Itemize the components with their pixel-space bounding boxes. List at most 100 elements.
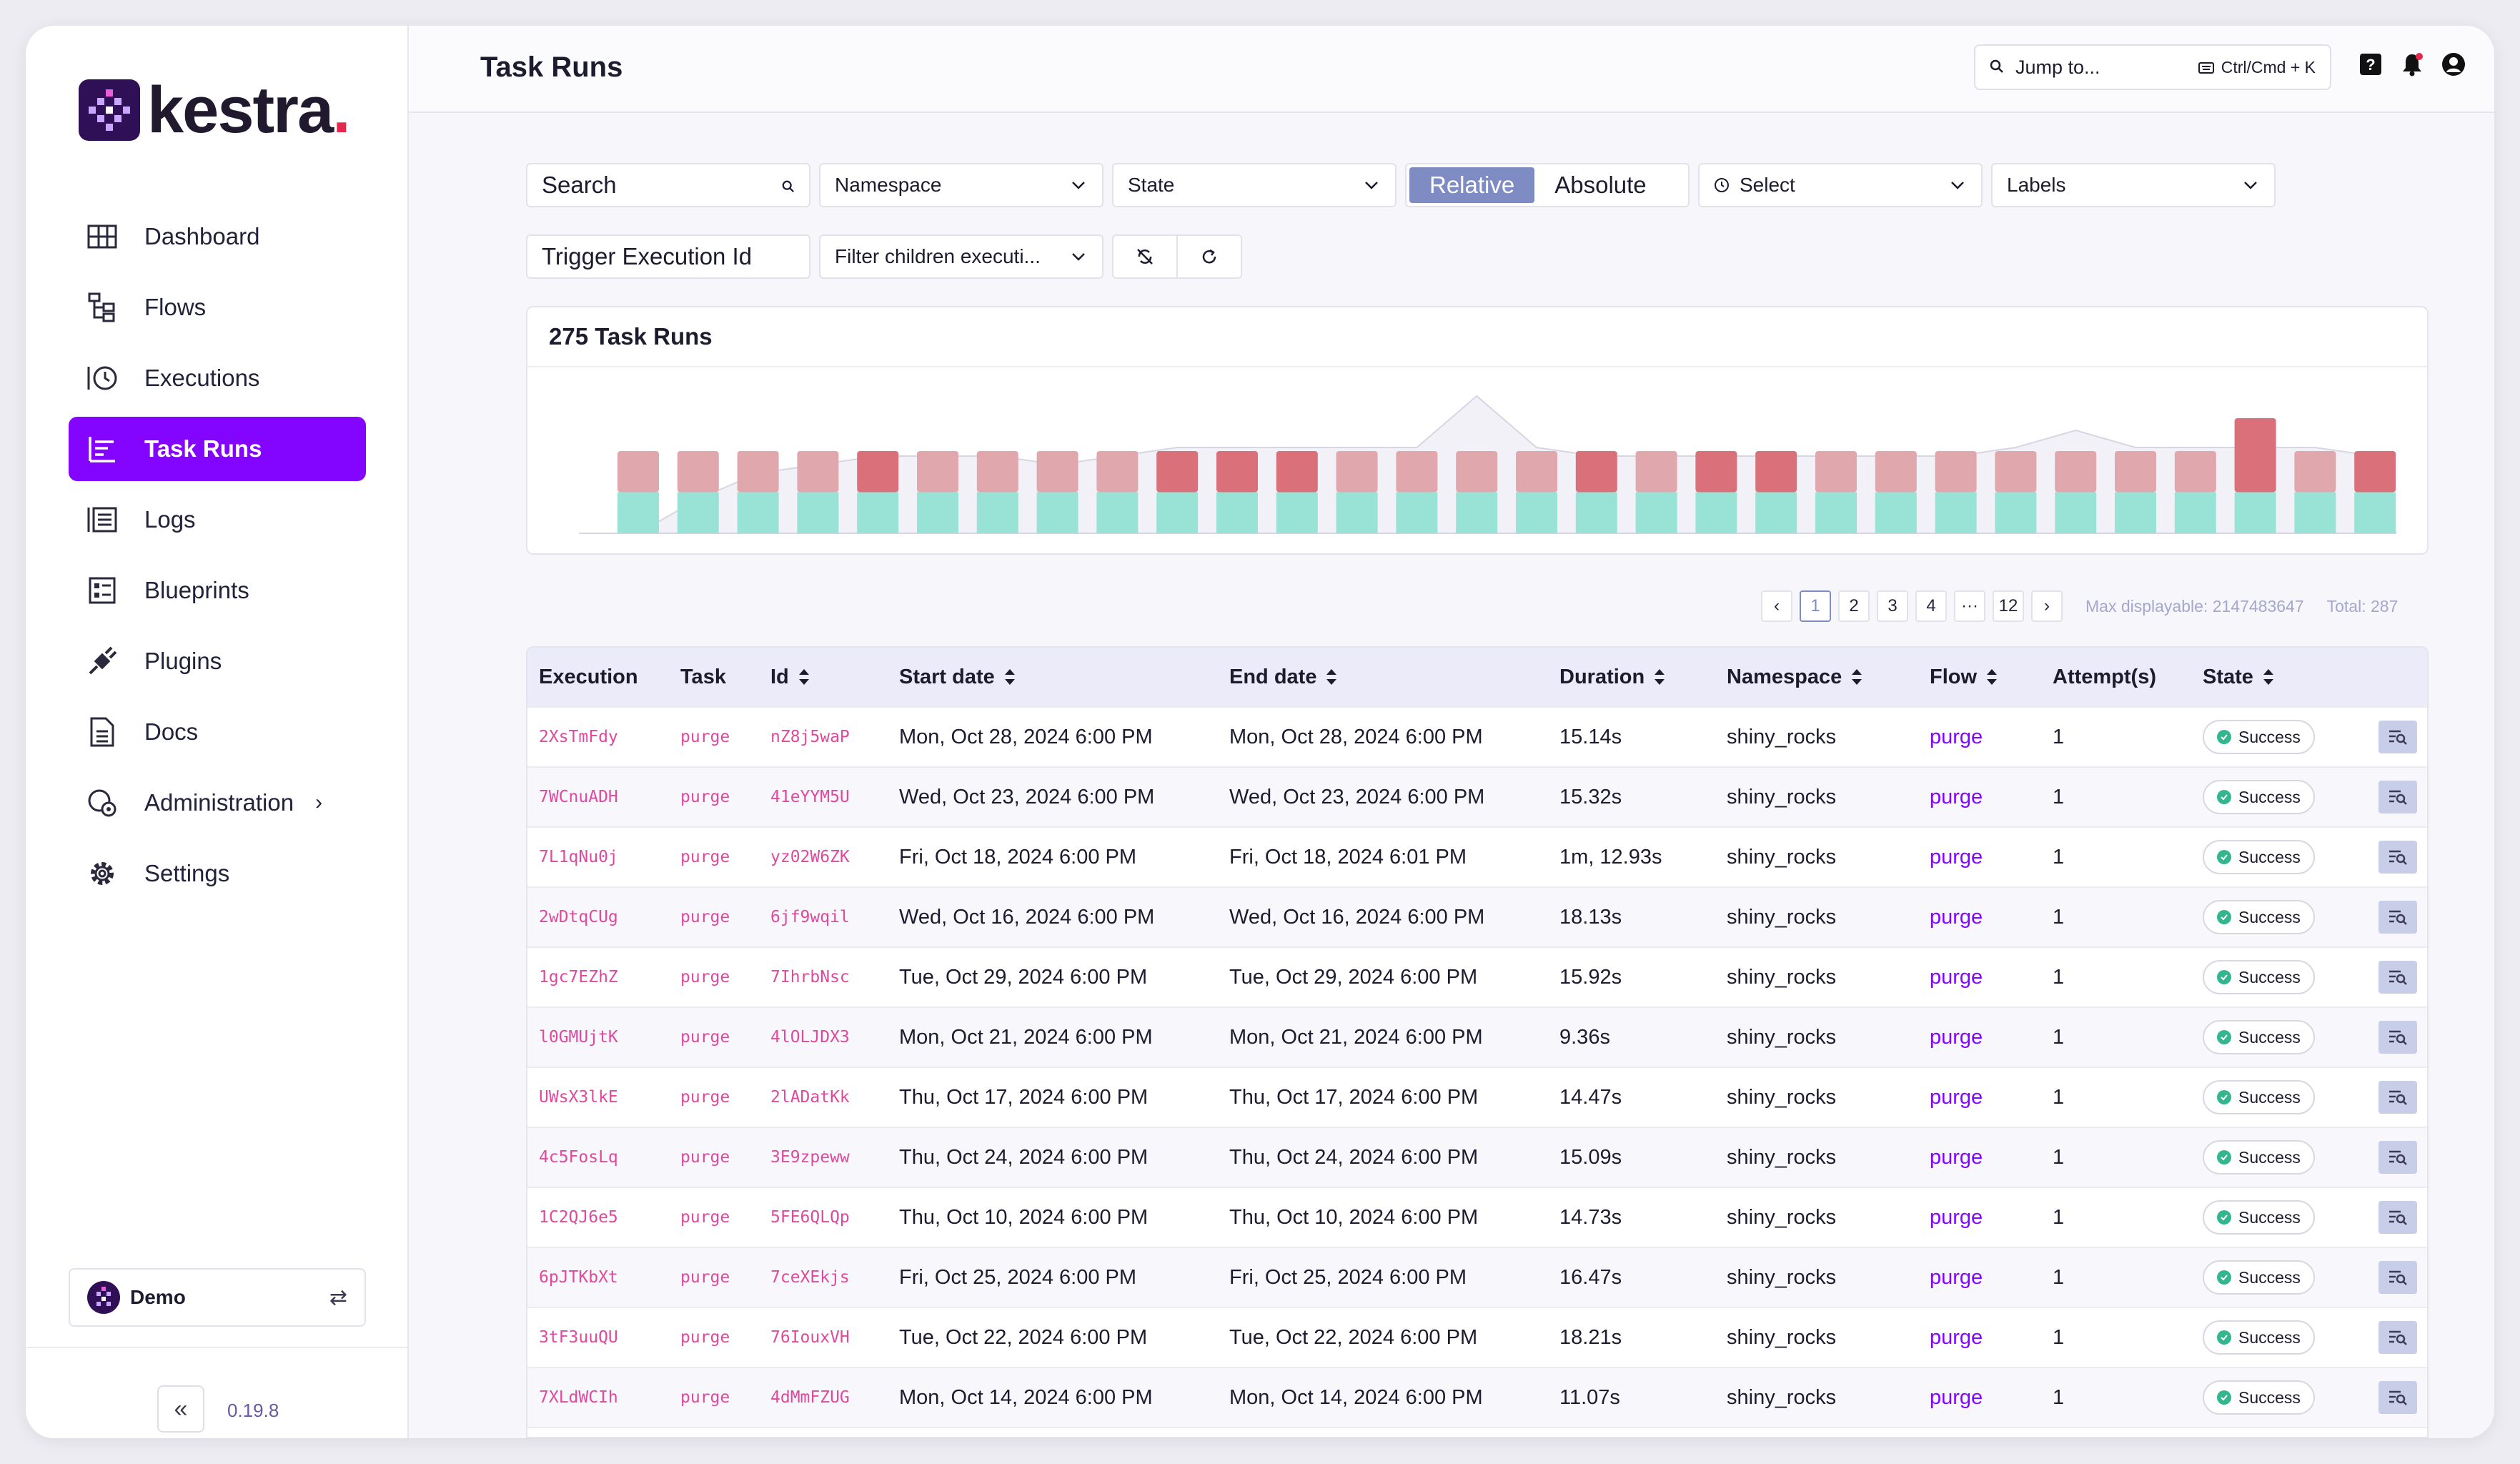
pagination-page-2[interactable]: 2 (1838, 590, 1870, 622)
flow-link[interactable]: purge (1918, 1086, 2041, 1109)
pagination-next-button[interactable]: › (2031, 590, 2063, 622)
view-logs-button[interactable] (2378, 721, 2417, 753)
column-header-namespace[interactable]: Namespace (1715, 666, 1918, 689)
search-input[interactable]: Search (526, 163, 810, 207)
flow-link[interactable]: purge (1918, 1146, 2041, 1169)
execution-id-link[interactable]: l0GMUjtK (527, 1028, 669, 1047)
jump-to-search[interactable]: Jump to... Ctrl/Cmd + K (1974, 44, 2331, 90)
execution-id-link[interactable]: 6pJTKbXt (527, 1268, 669, 1287)
refresh-button[interactable] (1176, 234, 1242, 279)
table-row[interactable]: 1C2QJ6e5 purge 5FE6QLQp Thu, Oct 10, 202… (527, 1187, 2427, 1247)
view-logs-button[interactable] (2378, 1261, 2417, 1294)
column-header-duration[interactable]: Duration (1548, 666, 1715, 689)
table-row[interactable]: 2XsTmFdy purge nZ8j5waP Mon, Oct 28, 202… (527, 706, 2427, 766)
time-range-select[interactable]: Select (1698, 163, 1983, 207)
absolute-toggle[interactable]: Absolute (1534, 167, 1666, 203)
flow-link[interactable]: purge (1918, 1386, 2041, 1410)
table-row[interactable]: 4c5FosLq purge 3E9zpeww Thu, Oct 24, 202… (527, 1127, 2427, 1187)
execution-id-link[interactable]: 4c5FosLq (527, 1148, 669, 1167)
execution-id-link[interactable]: 7L1qNu0j (527, 848, 669, 866)
pagination-page-4[interactable]: 4 (1915, 590, 1947, 622)
flow-link[interactable]: purge (1918, 1326, 2041, 1350)
flow-link[interactable]: purge (1918, 966, 2041, 989)
bar-failed (1755, 451, 1797, 493)
start-date-cell: Tue, Oct 29, 2024 6:00 PM (899, 965, 1148, 989)
sidebar-item-task-runs[interactable]: Task Runs (69, 417, 366, 481)
column-header-flow[interactable]: Flow (1918, 666, 2041, 689)
table-row[interactable]: 7WCnuADH purge 41eYYM5U Wed, Oct 23, 202… (527, 766, 2427, 826)
collapse-sidebar-button[interactable]: « (157, 1385, 204, 1433)
tenant-switcher[interactable]: Demo ⇄ (69, 1268, 366, 1327)
toggle-refresh-button[interactable] (1112, 234, 1178, 279)
state-select[interactable]: State (1112, 163, 1397, 207)
sidebar-item-executions[interactable]: Executions (69, 346, 366, 410)
view-logs-button[interactable] (2378, 961, 2417, 994)
pagination-prev-button[interactable]: ‹ (1761, 590, 1792, 622)
filter-children-select[interactable]: Filter children executi... (819, 234, 1103, 279)
column-header-state[interactable]: State (2191, 666, 2367, 689)
sidebar-item-blueprints[interactable]: Blueprints (69, 558, 366, 623)
column-header-end-date[interactable]: End date (1218, 666, 1548, 689)
sidebar-item-plugins[interactable]: Plugins (69, 629, 366, 693)
column-header-id[interactable]: Id (759, 666, 888, 689)
sidebar-item-settings[interactable]: Settings (69, 841, 366, 906)
table-row[interactable]: 7L1qNu0j purge yz02W6ZK Fri, Oct 18, 202… (527, 826, 2427, 886)
trigger-execution-id-placeholder: Trigger Execution Id (542, 243, 753, 269)
table-row[interactable]: 6pJTKbXt purge 7ceXEkjs Fri, Oct 25, 202… (527, 1247, 2427, 1307)
kestra-logo[interactable]: kestra. (79, 77, 351, 143)
execution-id-link[interactable]: 1gc7EZhZ (527, 968, 669, 986)
labels-select[interactable]: Labels (1991, 163, 2276, 207)
column-header-start-date[interactable]: Start date (888, 666, 1218, 689)
flow-link[interactable]: purge (1918, 786, 2041, 809)
view-logs-button[interactable] (2378, 1321, 2417, 1354)
notifications-bell-icon[interactable] (2399, 51, 2425, 77)
help-icon[interactable]: ? (2358, 51, 2383, 77)
flow-link[interactable]: purge (1918, 726, 2041, 749)
user-account-icon[interactable] (2441, 51, 2466, 77)
table-row[interactable]: 7XLdWCIh purge 4dMmFZUG Mon, Oct 14, 202… (527, 1367, 2427, 1427)
view-logs-button[interactable] (2378, 901, 2417, 934)
execution-id-link[interactable]: 1C2QJ6e5 (527, 1208, 669, 1227)
pagination-page-3[interactable]: 3 (1877, 590, 1908, 622)
pagination-more-button[interactable]: ··· (1954, 590, 1985, 622)
flow-link[interactable]: purge (1918, 1206, 2041, 1230)
execution-id-link[interactable]: 2wDtqCUg (527, 908, 669, 926)
trigger-execution-id-input[interactable]: Trigger Execution Id (526, 234, 810, 279)
namespace-cell: shiny_rocks (1727, 1025, 1837, 1049)
view-logs-button[interactable] (2378, 1141, 2417, 1174)
labels-select-value: Labels (2007, 174, 2066, 196)
sidebar-item-flows[interactable]: Flows (69, 275, 366, 340)
flow-link[interactable]: purge (1918, 906, 2041, 929)
view-logs-button[interactable] (2378, 1021, 2417, 1054)
execution-id-link[interactable]: 2XsTmFdy (527, 728, 669, 746)
view-logs-button[interactable] (2378, 841, 2417, 874)
view-logs-button[interactable] (2378, 1381, 2417, 1414)
flow-link[interactable]: purge (1918, 846, 2041, 869)
view-logs-button[interactable] (2378, 781, 2417, 813)
table-row[interactable]: 3tF3uuQU purge 76IouxVH Tue, Oct 22, 202… (527, 1307, 2427, 1367)
pagination-page-12[interactable]: 12 (1993, 590, 2024, 622)
table-row[interactable]: 2QW9KZUp purge 48nRUEld Wed, Oct 30, 202… (527, 1427, 2427, 1437)
execution-id-link[interactable]: UWsX3lkE (527, 1088, 669, 1107)
view-logs-button[interactable] (2378, 1201, 2417, 1234)
table-row[interactable]: UWsX3lkE purge 2lADatKk Thu, Oct 17, 202… (527, 1067, 2427, 1127)
pagination: ‹ 1 2 3 4 ··· 12 › Max displayable: 2147… (1761, 590, 2398, 622)
flow-link[interactable]: purge (1918, 1026, 2041, 1049)
execution-id-link[interactable]: 7WCnuADH (527, 788, 669, 806)
table-row[interactable]: 2wDtqCUg purge 6jf9wqil Wed, Oct 16, 202… (527, 886, 2427, 946)
namespace-select[interactable]: Namespace (819, 163, 1103, 207)
table-row[interactable]: 1gc7EZhZ purge 7IhrbNsc Tue, Oct 29, 202… (527, 946, 2427, 1006)
execution-id-link[interactable]: 3tF3uuQU (527, 1328, 669, 1347)
table-row[interactable]: l0GMUjtK purge 4lOLJDX3 Mon, Oct 21, 202… (527, 1006, 2427, 1067)
relative-toggle[interactable]: Relative (1409, 167, 1535, 203)
pagination-page-1[interactable]: 1 (1800, 590, 1831, 622)
view-logs-button[interactable] (2378, 1081, 2417, 1114)
sidebar-item-logs[interactable]: Logs (69, 488, 366, 552)
sidebar-item-dashboard[interactable]: Dashboard (69, 204, 366, 269)
start-date-cell: Mon, Oct 28, 2024 6:00 PM (899, 725, 1153, 748)
execution-id-link[interactable]: 7XLdWCIh (527, 1388, 669, 1407)
flow-link[interactable]: purge (1918, 1266, 2041, 1290)
actions-cell (2367, 1021, 2424, 1054)
sidebar-item-docs[interactable]: Docs (69, 700, 366, 764)
sidebar-item-administration[interactable]: Administration › (69, 771, 366, 835)
